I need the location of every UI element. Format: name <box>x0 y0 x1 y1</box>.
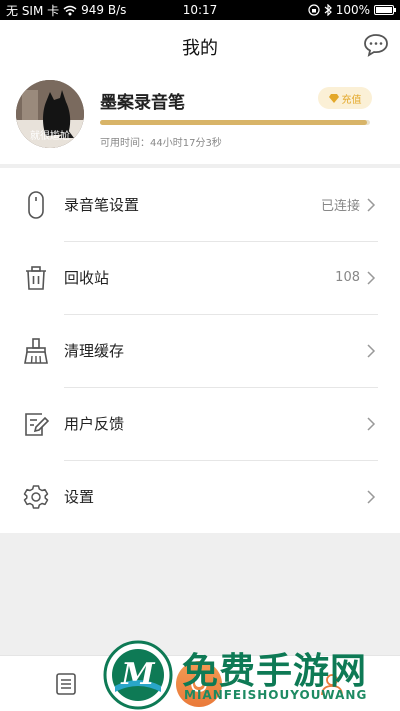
feedback-icon <box>22 410 50 438</box>
chevron-right-icon <box>367 343 376 358</box>
pen-device-icon <box>22 190 50 219</box>
message-icon[interactable] <box>362 32 390 58</box>
recycle-count: 108 <box>335 270 360 285</box>
recharge-button[interactable]: 充值 <box>318 87 372 109</box>
settings-menu: 录音笔设置 已连接 回收站 108 清理缓存 用户反馈 设置 <box>0 168 400 533</box>
menu-item-settings[interactable]: 设置 <box>0 460 400 533</box>
list-icon[interactable] <box>54 672 78 696</box>
status-bar: 无 SIM 卡 949 B/s 10:17 100% <box>0 0 400 20</box>
bluetooth-icon <box>324 4 332 16</box>
menu-label: 清理缓存 <box>64 342 125 360</box>
menu-item-feedback[interactable]: 用户反馈 <box>0 387 400 460</box>
menu-item-recycle-bin[interactable]: 回收站 108 <box>0 241 400 314</box>
carrier-text: 无 SIM 卡 <box>6 3 60 18</box>
menu-item-clear-cache[interactable]: 清理缓存 <box>0 314 400 387</box>
diamond-icon <box>328 93 339 103</box>
empty-area <box>0 533 400 655</box>
battery-icon <box>374 5 396 15</box>
usable-time-text: 可用时间：44小时17分3秒 <box>100 138 222 149</box>
page-title: 我的 <box>182 38 218 59</box>
avatar[interactable]: 就很尴尬 <box>16 80 84 148</box>
menu-label: 设置 <box>64 488 95 506</box>
menu-label: 回收站 <box>64 269 110 287</box>
chevron-right-icon <box>367 270 376 285</box>
watermark-title: 免费手游网 <box>182 650 368 692</box>
watermark-logo-letter: M <box>120 657 155 692</box>
watermark-subtitle: MIANFEISHOUYOUWANG <box>184 688 368 702</box>
chevron-right-icon <box>367 489 376 504</box>
watermark-logo: M <box>103 640 173 710</box>
menu-label: 录音笔设置 <box>64 196 140 214</box>
wifi-icon <box>63 5 77 15</box>
chevron-right-icon <box>367 197 376 212</box>
device-name: 墨案录音笔 <box>100 93 185 113</box>
usage-progress-fill <box>100 120 368 125</box>
avatar-caption: 就很尴尬 <box>30 131 70 142</box>
trash-icon <box>22 264 50 292</box>
connection-status: 已连接 <box>320 199 360 214</box>
gear-icon <box>22 483 50 511</box>
menu-label: 用户反馈 <box>64 415 125 433</box>
broom-icon <box>22 337 50 365</box>
menu-item-recorder-settings[interactable]: 录音笔设置 已连接 <box>0 168 400 241</box>
recharge-label: 充值 <box>341 94 362 106</box>
page-header: 我的 <box>0 20 400 72</box>
usage-progress-bar <box>100 120 370 125</box>
battery-percent: 100% <box>335 3 370 17</box>
net-speed-text: 949 B/s <box>81 3 127 17</box>
profile-card: 就很尴尬 墨案录音笔 充值 可用时间：44小时17分3秒 <box>0 72 400 164</box>
rotation-lock-icon <box>308 4 320 16</box>
chevron-right-icon <box>367 416 376 431</box>
